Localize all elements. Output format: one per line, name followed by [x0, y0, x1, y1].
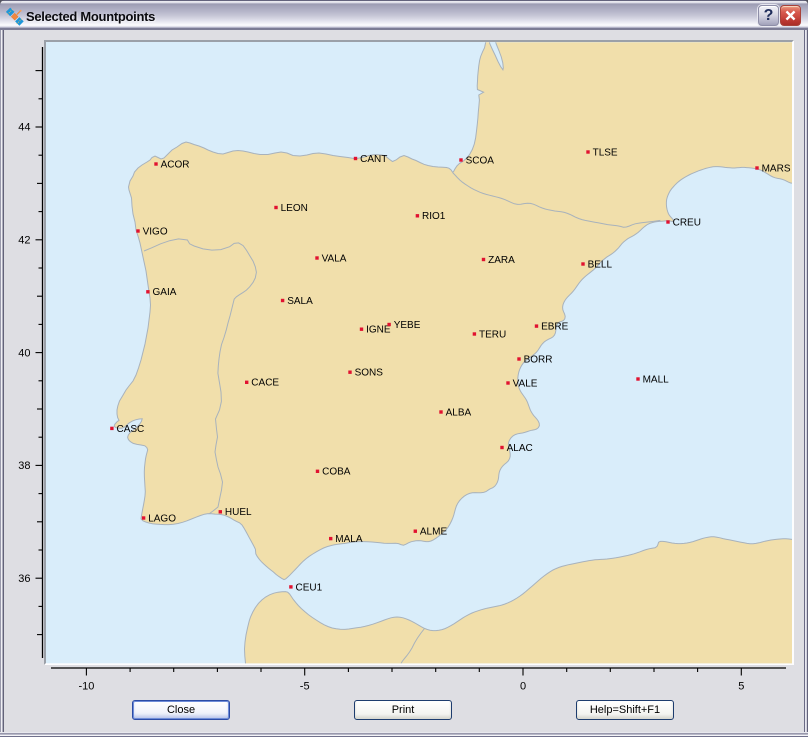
svg-text:BELL: BELL: [588, 259, 613, 270]
svg-text:SCOA: SCOA: [466, 155, 495, 166]
svg-text:ACOR: ACOR: [161, 159, 190, 170]
svg-text:SALA: SALA: [287, 296, 313, 307]
svg-text:RIO1: RIO1: [422, 211, 446, 222]
svg-text:VALE: VALE: [513, 378, 538, 389]
svg-text:BORR: BORR: [524, 354, 553, 365]
svg-text:40: 40: [18, 347, 30, 359]
svg-text:CEU1: CEU1: [296, 582, 323, 593]
svg-text:ALAC: ALAC: [507, 443, 533, 454]
svg-text:0: 0: [520, 681, 526, 693]
svg-text:ZARA: ZARA: [488, 255, 515, 266]
svg-text:-10: -10: [78, 681, 94, 693]
svg-text:YEBE: YEBE: [394, 320, 421, 331]
svg-text:HUEL: HUEL: [225, 507, 252, 518]
svg-text:MARS: MARS: [762, 163, 791, 174]
svg-text:-5: -5: [300, 681, 310, 693]
svg-text:MALA: MALA: [335, 534, 363, 545]
svg-text:SONS: SONS: [355, 368, 384, 379]
svg-text:GAIA: GAIA: [153, 287, 177, 298]
svg-text:COBA: COBA: [322, 467, 351, 478]
svg-text:CACE: CACE: [251, 378, 279, 389]
svg-text:LAGO: LAGO: [148, 513, 176, 524]
svg-text:VALA: VALA: [322, 253, 347, 264]
svg-text:TLSE: TLSE: [593, 147, 618, 158]
svg-text:LEON: LEON: [281, 203, 308, 214]
svg-text:CREU: CREU: [673, 217, 701, 228]
svg-text:36: 36: [18, 573, 30, 585]
svg-text:VIGO: VIGO: [143, 226, 168, 237]
svg-text:44: 44: [18, 122, 30, 134]
svg-text:42: 42: [18, 235, 30, 247]
svg-text:ALME: ALME: [420, 527, 448, 538]
svg-text:ALBA: ALBA: [446, 407, 472, 418]
svg-text:5: 5: [738, 681, 744, 693]
svg-text:38: 38: [18, 460, 30, 472]
svg-text:MALL: MALL: [643, 374, 670, 385]
svg-text:IGNE: IGNE: [366, 325, 391, 336]
svg-text:CASC: CASC: [117, 424, 145, 435]
svg-text:TERU: TERU: [479, 329, 506, 340]
svg-text:EBRE: EBRE: [541, 322, 569, 333]
svg-text:CANT: CANT: [360, 154, 387, 165]
